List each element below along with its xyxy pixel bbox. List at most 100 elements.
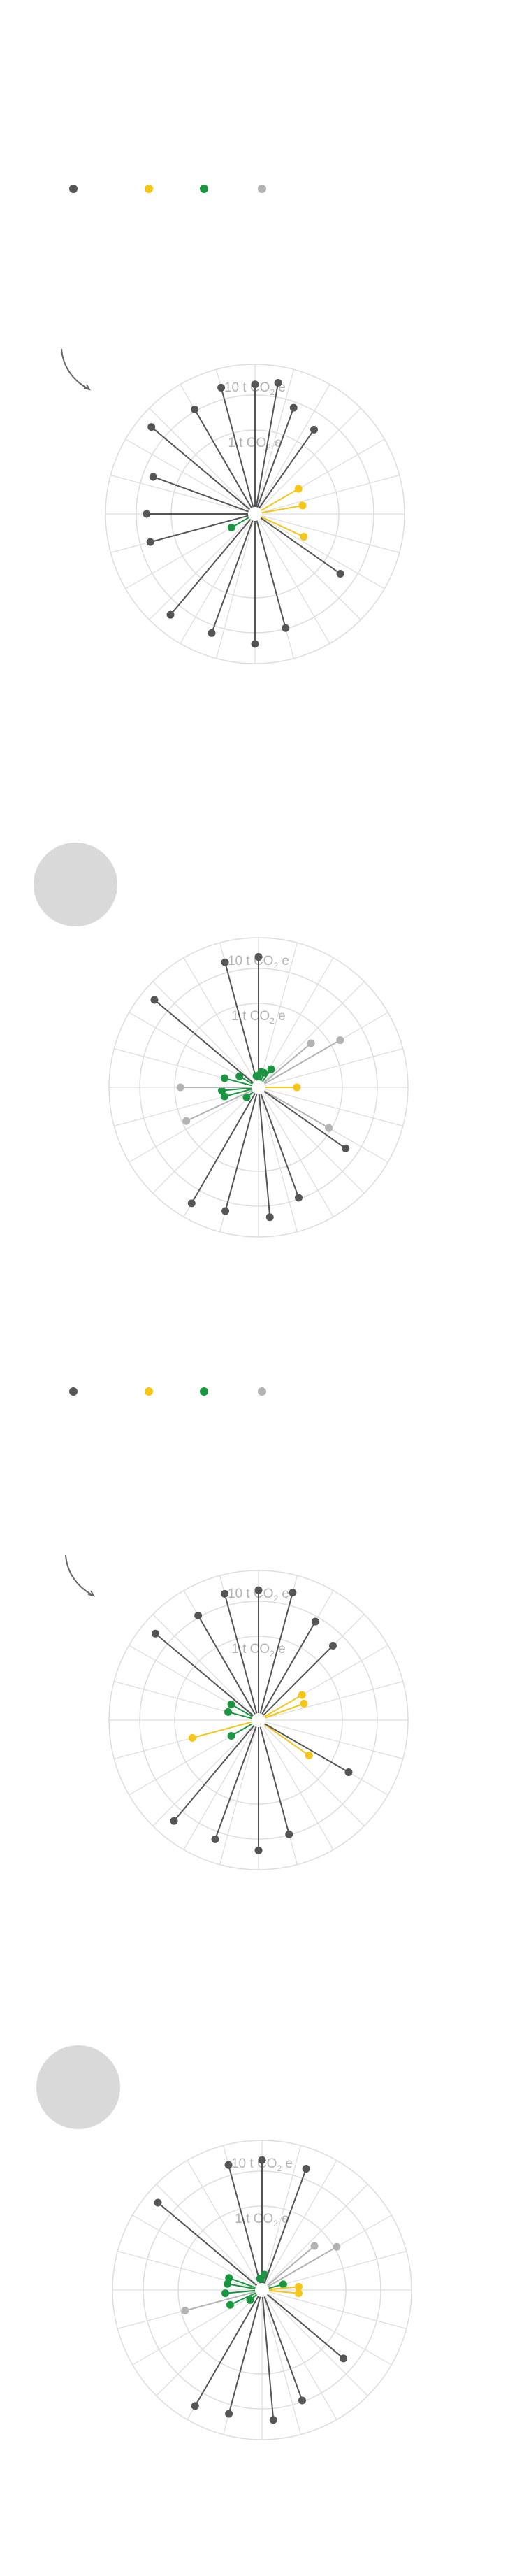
- grid-spoke: [263, 981, 365, 1083]
- data-stem-17: [197, 1615, 256, 1715]
- data-point-9: [251, 640, 259, 648]
- data-point-17: [176, 1083, 184, 1092]
- data-point-11: [225, 2410, 233, 2418]
- data-point-21: [221, 958, 229, 966]
- avatar-placeholder: [36, 2045, 120, 2129]
- grid-spoke: [152, 981, 254, 1083]
- grid-spoke: [110, 475, 249, 513]
- data-point-3: [310, 425, 318, 434]
- grid-spoke: [261, 515, 400, 553]
- data-point-8: [340, 2354, 348, 2363]
- data-point-9: [254, 1846, 263, 1854]
- legend-other-dot-icon: [258, 185, 266, 193]
- data-point-12: [227, 523, 235, 531]
- curved-arrow-icon: [61, 348, 92, 391]
- legend-top: [0, 182, 524, 196]
- legend-middle: [0, 1384, 524, 1398]
- data-point-8: [342, 1144, 350, 1152]
- grid-spoke: [260, 1094, 298, 1232]
- data-point-0: [258, 2156, 266, 2164]
- data-point-1: [289, 1589, 297, 1597]
- avatar-placeholder: [34, 843, 117, 926]
- data-stem-8: [256, 520, 286, 629]
- data-point-20: [150, 996, 159, 1004]
- data-stem-11: [224, 1094, 258, 1212]
- data-stem-6: [263, 1723, 310, 1756]
- data-point-10: [265, 1213, 274, 1222]
- data-point-0: [254, 953, 263, 961]
- grid-spoke: [156, 2294, 258, 2396]
- grid-spoke: [268, 2251, 407, 2289]
- grid-spoke: [268, 2291, 407, 2329]
- data-point-10: [211, 1835, 219, 1843]
- grid-spoke: [259, 518, 361, 620]
- legend-neutral-dot-icon: [145, 1387, 153, 1396]
- data-point-6: [300, 533, 308, 541]
- legend-emitter-dot-icon: [69, 185, 78, 193]
- grid-spoke: [180, 520, 252, 644]
- data-stem-4: [268, 2246, 337, 2287]
- data-point-4: [307, 1039, 315, 1047]
- data-point-14: [143, 510, 151, 518]
- data-point-3: [310, 2242, 319, 2250]
- grid-spoke: [132, 2293, 256, 2366]
- data-point-5: [279, 2280, 287, 2289]
- data-stem-3: [267, 2245, 315, 2287]
- data-point-12: [227, 1732, 235, 1740]
- curved-arrow-icon: [65, 1554, 96, 1597]
- data-point-12: [187, 1199, 196, 1208]
- data-stem-7: [264, 1723, 349, 1773]
- data-point-22: [252, 1072, 261, 1080]
- data-point-7: [294, 2289, 303, 2298]
- data-point-3: [328, 1642, 337, 1650]
- data-point-14: [224, 1708, 233, 1716]
- grid-spoke: [183, 1726, 256, 1850]
- data-stem-8: [259, 1726, 290, 1835]
- grid-spoke: [265, 1722, 403, 1759]
- data-point-2: [311, 1617, 319, 1626]
- data-point-6: [305, 1752, 313, 1760]
- data-point-21: [256, 2275, 264, 2283]
- data-point-2: [302, 2165, 310, 2173]
- radial-chart-1: 10 t CO2 e1 t CO2 e: [105, 364, 405, 664]
- data-point-14: [226, 2300, 234, 2309]
- grid-spoke: [268, 2293, 392, 2366]
- data-point-4: [294, 485, 303, 493]
- radial-chart-2: 10 t CO2 e1 t CO2 e: [108, 937, 409, 1238]
- data-stem-8: [267, 2294, 344, 2359]
- data-stem-2: [261, 1621, 316, 1715]
- grid-spoke: [261, 475, 400, 513]
- data-point-16: [152, 1629, 160, 1638]
- data-point-7: [344, 1768, 353, 1776]
- data-point-1: [274, 378, 282, 387]
- data-point-15: [149, 473, 157, 481]
- data-point-4: [333, 2242, 341, 2251]
- grid-spoke: [219, 1726, 257, 1865]
- radial-chart-4: 10 t CO2 e1 t CO2 e: [112, 2140, 412, 2440]
- grid-spoke: [216, 520, 254, 659]
- data-point-6: [293, 1083, 301, 1092]
- data-point-5: [298, 501, 307, 510]
- legend-emitter-dot-icon: [69, 1387, 78, 1396]
- grid-spoke: [258, 520, 330, 644]
- legend-neutral-dot-icon: [145, 185, 153, 193]
- data-point-17: [194, 1611, 203, 1619]
- data-point-8: [282, 624, 290, 632]
- data-point-17: [191, 405, 199, 413]
- data-point-10: [269, 2416, 277, 2424]
- radial-chart-3: 10 t CO2 e1 t CO2 e: [108, 1570, 409, 1870]
- data-point-11: [170, 1817, 178, 1825]
- legend-sink-dot-icon: [200, 185, 208, 193]
- grid-spoke: [152, 1614, 254, 1716]
- data-point-11: [221, 1207, 230, 1215]
- data-point-11: [166, 610, 175, 619]
- data-point-16: [221, 2289, 230, 2298]
- data-point-9: [298, 2396, 306, 2405]
- data-stem-4: [263, 1043, 312, 1084]
- data-point-18: [225, 2274, 233, 2282]
- data-point-19: [154, 2198, 162, 2207]
- data-point-3: [267, 1065, 275, 1073]
- data-point-2: [289, 403, 298, 412]
- data-stem-7: [264, 1090, 330, 1129]
- grid-spoke: [129, 1090, 253, 1163]
